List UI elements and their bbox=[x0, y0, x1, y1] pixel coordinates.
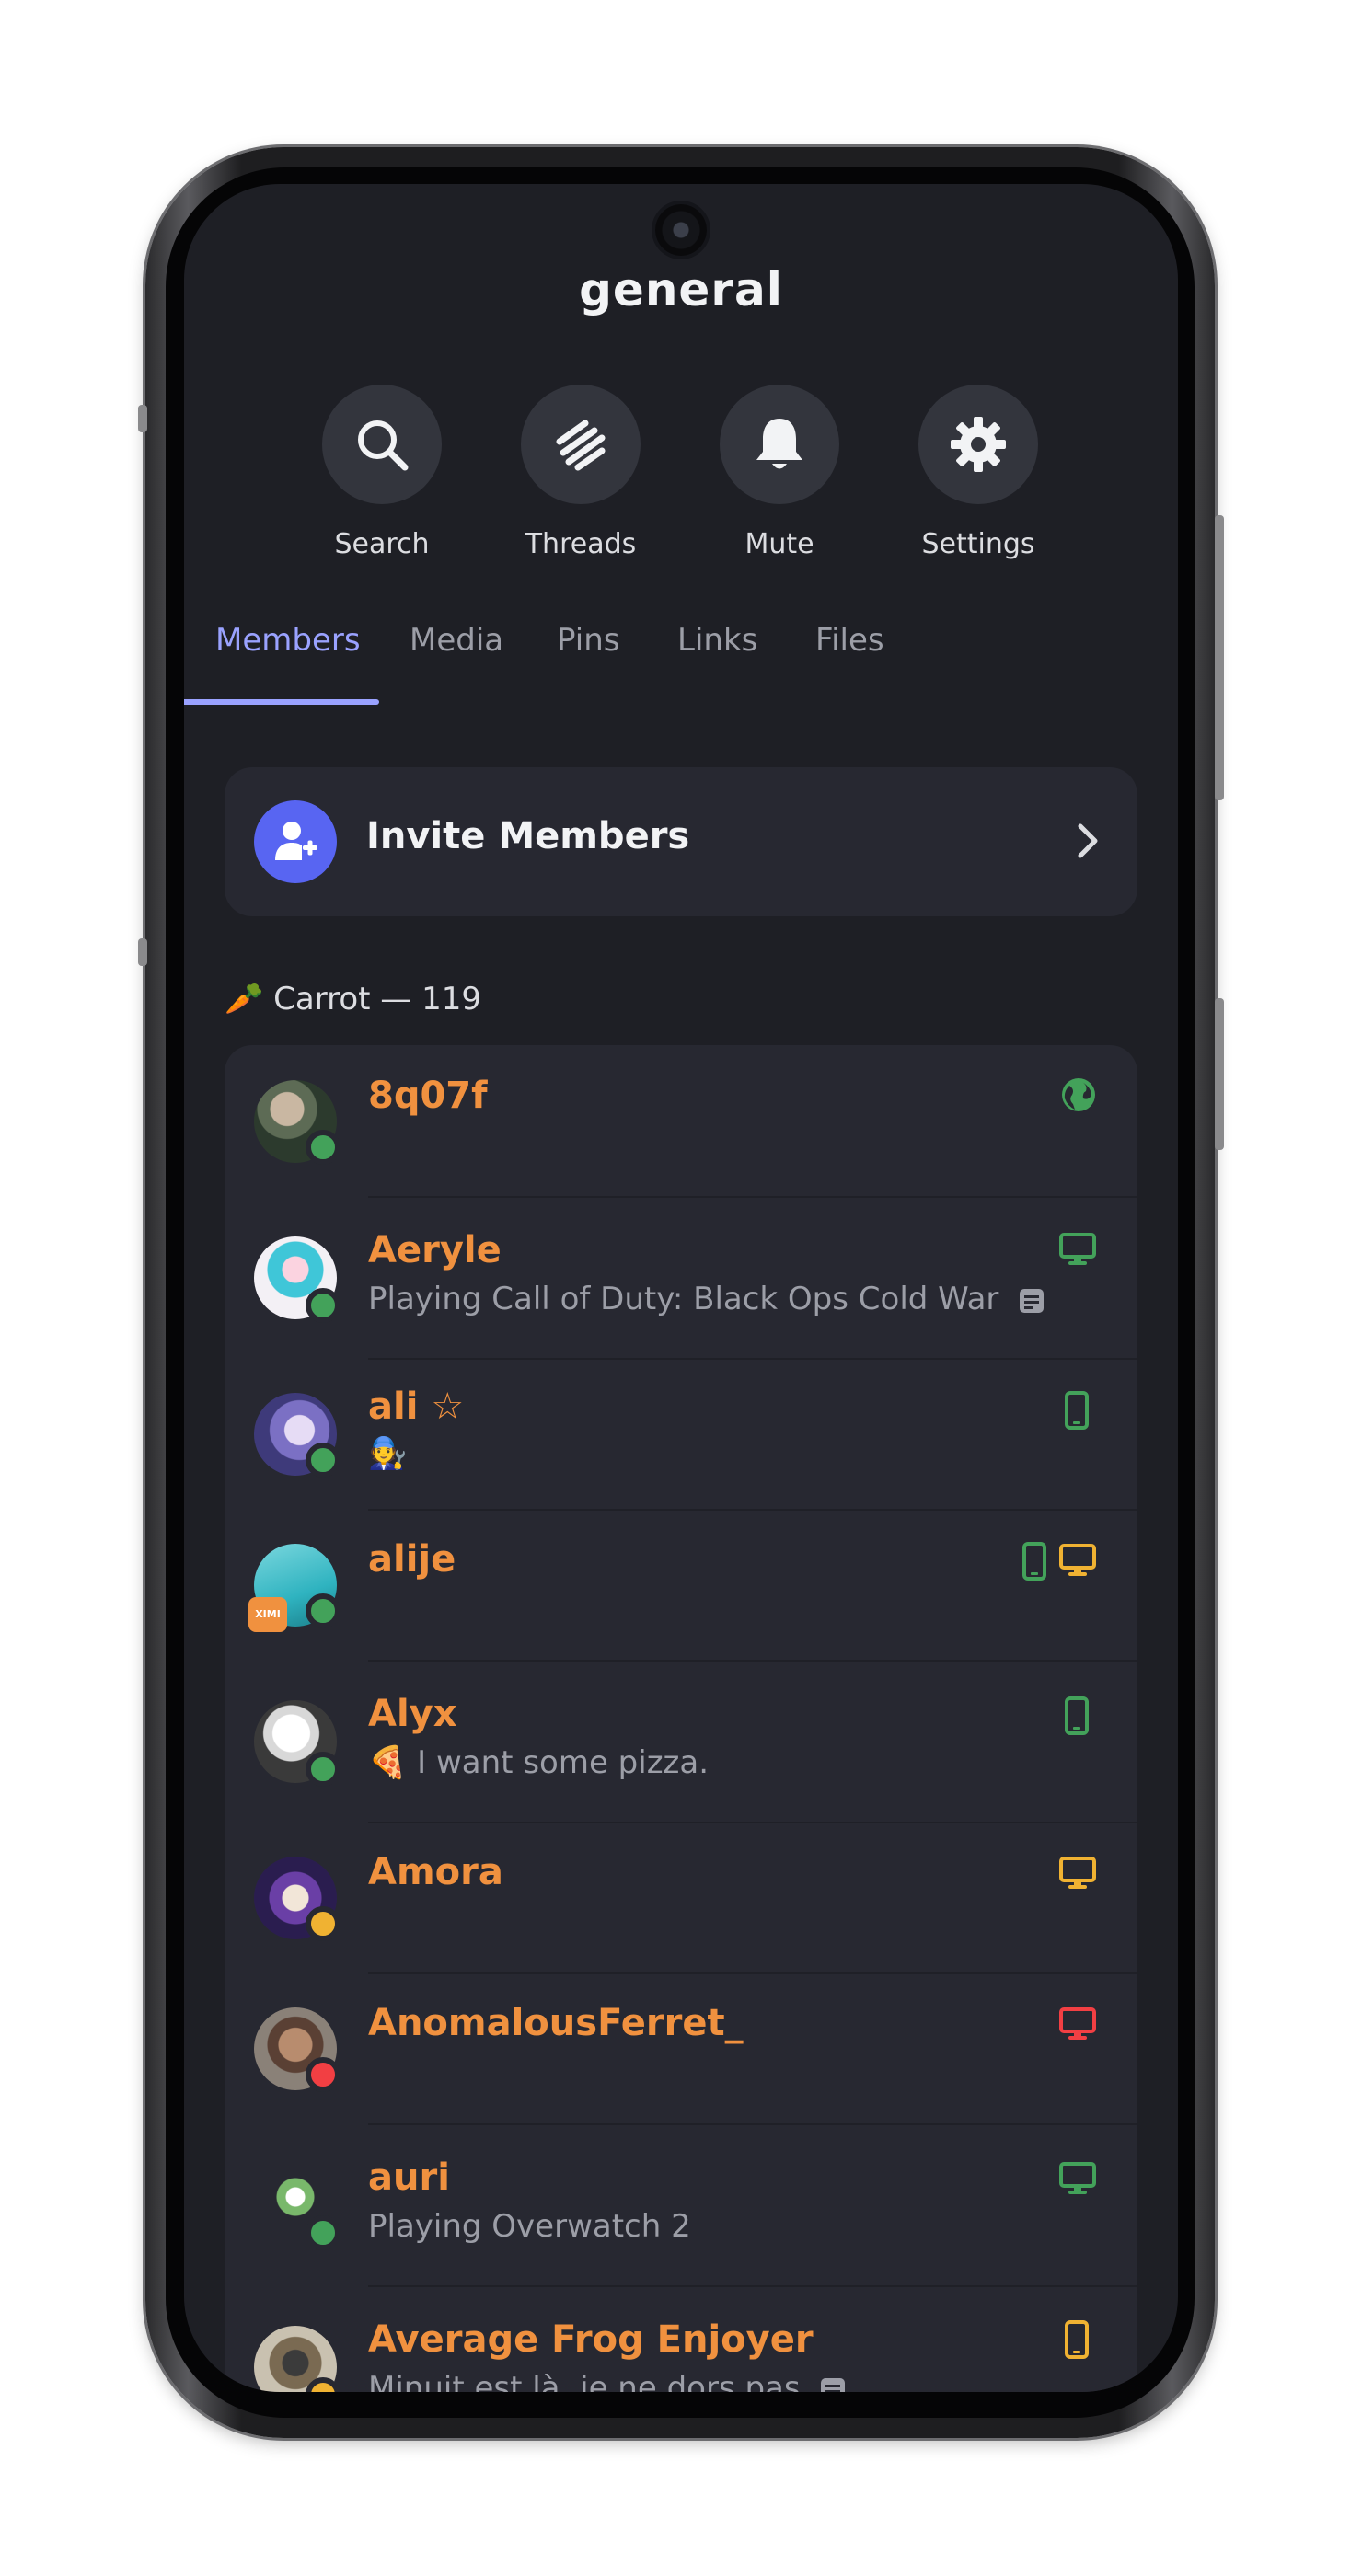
activity-emoji: 🧑‍🔧 bbox=[368, 1435, 408, 1472]
threads-button-circle[interactable] bbox=[521, 385, 641, 504]
pizza-emoji: 🍕 bbox=[368, 1744, 408, 1781]
ximi-badge: XIMI bbox=[248, 1597, 287, 1632]
desktop-icon bbox=[1059, 2162, 1096, 2194]
row-divider bbox=[368, 1196, 1137, 1198]
online-status-dot bbox=[306, 2215, 340, 2250]
member-name: Average Frog Enjoyer bbox=[368, 2318, 814, 2361]
power-button bbox=[1215, 998, 1224, 1150]
role-section-header: 🥕 Carrot — 119 bbox=[225, 981, 481, 1018]
invite-icon-circle bbox=[254, 800, 337, 883]
dnd-status-dot bbox=[306, 2057, 340, 2092]
member-name: Aeryle bbox=[368, 1229, 502, 1271]
gear-icon bbox=[951, 417, 1006, 472]
desktop-icon bbox=[1059, 2007, 1096, 2040]
member-row[interactable]: XIMI alije bbox=[225, 1509, 1137, 1660]
online-status-dot bbox=[306, 1752, 340, 1787]
member-row[interactable]: auri Playing Overwatch 2 bbox=[225, 2123, 1137, 2285]
bell-icon bbox=[756, 419, 802, 469]
threads-icon bbox=[556, 420, 606, 471]
left-button-2 bbox=[138, 938, 147, 966]
active-tab-indicator bbox=[184, 699, 379, 705]
member-name: AnomalousFerret_ bbox=[368, 2002, 744, 2044]
activity-text: I want some pizza. bbox=[417, 1744, 710, 1781]
search-button[interactable]: Search bbox=[283, 385, 481, 560]
member-row[interactable]: Amora bbox=[225, 1822, 1137, 1972]
mute-button[interactable]: Mute bbox=[680, 385, 879, 560]
member-row[interactable]: Average Frog Enjoyer Minuit est là, je n… bbox=[225, 2285, 1137, 2392]
desktop-icon bbox=[1059, 1544, 1096, 1576]
member-row[interactable]: ali ☆ 🧑‍🔧 bbox=[225, 1358, 1137, 1509]
left-button-1 bbox=[138, 405, 147, 432]
mobile-phone-icon bbox=[1065, 1696, 1089, 1735]
desktop-icon bbox=[1059, 1857, 1096, 1889]
web-globe-icon bbox=[1062, 1078, 1095, 1111]
app-screen: general Search Threads Mute Settings Mem… bbox=[184, 184, 1178, 2392]
settings-label: Settings bbox=[921, 528, 1035, 560]
member-activity: Minuit est là, je ne dors pas bbox=[368, 2370, 847, 2392]
row-divider bbox=[368, 1358, 1137, 1360]
member-name: ali ☆ bbox=[368, 1386, 465, 1428]
row-divider bbox=[368, 2123, 1137, 2125]
tab-media[interactable]: Media bbox=[410, 622, 503, 659]
invite-members-button[interactable]: Invite Members bbox=[225, 767, 1137, 916]
member-activity: Playing Call of Duty: Black Ops Cold War bbox=[368, 1281, 1045, 1317]
carrot-emoji: 🥕 bbox=[225, 981, 264, 1018]
activity-text: Playing Call of Duty: Black Ops Cold War bbox=[368, 1281, 999, 1317]
add-user-icon bbox=[275, 822, 317, 860]
rich-presence-icon bbox=[1020, 1288, 1045, 1313]
rich-presence-icon bbox=[821, 2377, 846, 2392]
activity-text: Minuit est là, je ne dors pas bbox=[368, 2370, 801, 2392]
tab-bar: Members Media Pins Links Files bbox=[184, 622, 1178, 708]
threads-button[interactable]: Threads bbox=[481, 385, 680, 560]
channel-title: general bbox=[579, 263, 783, 316]
tab-pins[interactable]: Pins bbox=[557, 622, 619, 659]
row-divider bbox=[368, 2285, 1137, 2287]
tab-members[interactable]: Members bbox=[215, 622, 361, 659]
settings-button-circle[interactable] bbox=[918, 385, 1038, 504]
activity-text: Playing Overwatch 2 bbox=[368, 2208, 691, 2245]
member-name: 8q07f bbox=[368, 1075, 488, 1117]
online-status-dot bbox=[306, 1288, 340, 1323]
member-row[interactable]: Alyx 🍕 I want some pizza. bbox=[225, 1660, 1137, 1822]
member-row[interactable]: 8q07f bbox=[225, 1045, 1137, 1196]
search-icon bbox=[358, 420, 409, 471]
front-camera bbox=[655, 204, 707, 256]
member-name: auri bbox=[368, 2156, 450, 2199]
member-name: alije bbox=[368, 1538, 456, 1581]
online-status-dot bbox=[306, 1130, 340, 1165]
row-divider bbox=[368, 1822, 1137, 1823]
mute-button-circle[interactable] bbox=[720, 385, 839, 504]
member-list: 8q07f Aeryle Playing Call of Duty: Black… bbox=[225, 1045, 1137, 2392]
volume-button bbox=[1215, 515, 1224, 800]
online-status-dot bbox=[306, 1593, 340, 1628]
mobile-phone-icon bbox=[1022, 1542, 1046, 1581]
desktop-icon bbox=[1059, 1233, 1096, 1265]
row-divider bbox=[368, 1972, 1137, 1974]
search-label: Search bbox=[334, 528, 430, 560]
online-status-dot bbox=[306, 1443, 340, 1478]
mute-label: Mute bbox=[744, 528, 814, 560]
mobile-phone-icon bbox=[1065, 1391, 1089, 1430]
row-divider bbox=[368, 1509, 1137, 1511]
invite-members-label: Invite Members bbox=[366, 815, 690, 857]
member-name: Alyx bbox=[368, 1693, 457, 1735]
idle-status-dot bbox=[306, 1906, 340, 1941]
tab-links[interactable]: Links bbox=[677, 622, 757, 659]
chevron-right-icon bbox=[1078, 823, 1098, 858]
row-divider bbox=[368, 1660, 1137, 1662]
role-section-label: Carrot — 119 bbox=[273, 981, 481, 1018]
search-button-circle[interactable] bbox=[322, 385, 442, 504]
member-row[interactable]: Aeryle Playing Call of Duty: Black Ops C… bbox=[225, 1196, 1137, 1358]
member-row[interactable]: AnomalousFerret_ bbox=[225, 1972, 1137, 2123]
tab-files[interactable]: Files bbox=[815, 622, 884, 659]
member-name: Amora bbox=[368, 1851, 503, 1893]
settings-button[interactable]: Settings bbox=[879, 385, 1078, 560]
threads-label: Threads bbox=[525, 528, 637, 560]
member-activity: 🍕 I want some pizza. bbox=[368, 1744, 709, 1781]
mobile-phone-icon bbox=[1065, 2320, 1089, 2359]
